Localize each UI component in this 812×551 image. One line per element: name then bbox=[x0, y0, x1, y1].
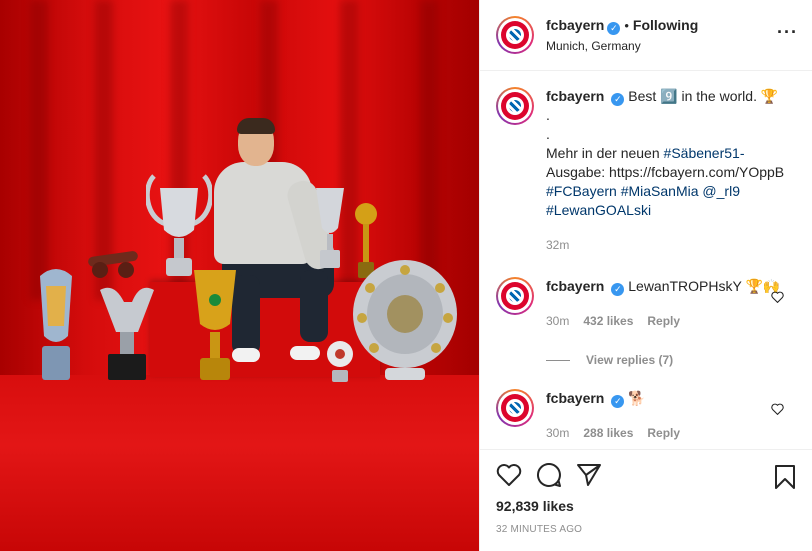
caption-line-3: . bbox=[546, 126, 550, 142]
super-cup-trophy bbox=[316, 188, 344, 268]
like-comment-heart-icon[interactable] bbox=[771, 403, 784, 415]
curtain-fold bbox=[420, 0, 438, 300]
replies-divider bbox=[546, 359, 570, 361]
caption-username[interactable]: fcbayern bbox=[546, 88, 604, 104]
fc-bayern-crest-icon bbox=[501, 282, 529, 310]
hashtag-link[interactable]: #MiaSanMia bbox=[621, 183, 699, 199]
comment-likes[interactable]: 432 likes bbox=[583, 312, 633, 331]
avatar-inner bbox=[498, 391, 532, 425]
like-comment-heart-icon[interactable] bbox=[771, 291, 784, 303]
avatar[interactable] bbox=[496, 87, 534, 125]
comment-likes[interactable]: 288 likes bbox=[583, 424, 633, 443]
caption-line-4: Mehr in der neuen bbox=[546, 145, 664, 161]
comment-item: fcbayern ✓ LewanTROPHskY 🏆🙌 30m 432 likes… bbox=[496, 277, 796, 331]
view-replies-button[interactable]: View replies (7) bbox=[546, 353, 796, 367]
post-photo[interactable] bbox=[0, 0, 479, 551]
comment-meta: 30m 432 likes Reply bbox=[546, 312, 786, 331]
comment-username[interactable]: fcbayern bbox=[546, 390, 604, 406]
post-timestamp[interactable]: 32 MINUTES AGO bbox=[496, 524, 796, 535]
caption-body: fcbayern ✓ Best 9️⃣ in the world. 🏆 . . M… bbox=[546, 87, 786, 255]
avatar[interactable] bbox=[496, 277, 534, 315]
likes-count[interactable]: 92,839 likes bbox=[496, 498, 796, 514]
comment-meta: 30m 288 likes Reply bbox=[546, 424, 786, 443]
comment-body: fcbayern ✓ 🐕 30m 288 likes Reply bbox=[546, 389, 786, 443]
comment-item: fcbayern ✓ 🐕 30m 288 likes Reply bbox=[496, 389, 796, 443]
location-link[interactable]: Munich, Germany bbox=[546, 39, 698, 53]
comment-time[interactable]: 30m bbox=[546, 312, 569, 331]
fc-bayern-crest-icon bbox=[501, 21, 529, 49]
comment-text: LewanTROPHskY 🏆🙌 bbox=[628, 278, 781, 294]
hashtag-link[interactable]: #LewanGOALski bbox=[546, 201, 786, 220]
champions-league-trophy bbox=[146, 174, 212, 276]
comment-body: fcbayern ✓ LewanTROPHskY 🏆🙌 30m 432 likes… bbox=[546, 277, 786, 331]
action-icons bbox=[496, 460, 796, 490]
header-separator: • bbox=[624, 18, 629, 33]
reply-button[interactable]: Reply bbox=[647, 312, 680, 331]
avatar[interactable] bbox=[496, 389, 534, 427]
comment-icon[interactable] bbox=[536, 462, 562, 488]
caption: fcbayern ✓ Best 9️⃣ in the world. 🏆 . . M… bbox=[496, 87, 796, 255]
fc-bayern-crest-icon bbox=[501, 394, 529, 422]
red-drape-floor bbox=[0, 375, 479, 551]
dfb-pokal-trophy bbox=[194, 270, 236, 380]
share-icon[interactable] bbox=[576, 463, 602, 487]
post-actions: 92,839 likes 32 MINUTES AGO bbox=[480, 449, 812, 535]
bookmark-icon[interactable] bbox=[774, 464, 796, 490]
cannon-trophy bbox=[88, 251, 138, 278]
avatar[interactable] bbox=[496, 16, 534, 54]
more-dots-icon[interactable]: ··· bbox=[777, 22, 798, 43]
verified-badge-icon: ✓ bbox=[611, 283, 625, 296]
following-button[interactable]: Following bbox=[633, 17, 698, 33]
avatar-inner bbox=[498, 89, 532, 123]
fc-bayern-crest-icon bbox=[501, 92, 529, 120]
header-text: fcbayern ✓ • Following Munich, Germany bbox=[546, 17, 698, 53]
caption-line-2: . bbox=[546, 107, 550, 123]
meisterschale-trophy bbox=[353, 260, 457, 380]
player-leg-right bbox=[300, 270, 328, 342]
view-replies-label: View replies (7) bbox=[586, 353, 674, 367]
avatar-inner bbox=[498, 18, 532, 52]
header-username[interactable]: fcbayern bbox=[546, 17, 604, 33]
caption-line-5[interactable]: Ausgabe: https://fcbayern.com/YOppB bbox=[546, 163, 786, 182]
caption-meta: 32m bbox=[546, 236, 786, 255]
player-hair bbox=[237, 118, 275, 134]
fifa-best-award bbox=[100, 287, 154, 380]
avatar-inner bbox=[498, 279, 532, 313]
comments-list[interactable]: fcbayern ✓ Best 9️⃣ in the world. 🏆 . . M… bbox=[480, 71, 812, 449]
reply-button[interactable]: Reply bbox=[647, 424, 680, 443]
instagram-post: fcbayern ✓ • Following Munich, Germany ··· … bbox=[0, 0, 812, 551]
post-header: fcbayern ✓ • Following Munich, Germany ··· bbox=[480, 0, 812, 71]
comment-time[interactable]: 30m bbox=[546, 424, 569, 443]
verified-badge-icon: ✓ bbox=[607, 22, 621, 35]
post-sidebar: fcbayern ✓ • Following Munich, Germany ··· … bbox=[479, 0, 812, 551]
heart-icon[interactable] bbox=[496, 463, 522, 487]
hashtag-link[interactable]: #Säbener51- bbox=[664, 145, 745, 161]
curtain-fold bbox=[30, 0, 48, 300]
verified-badge-icon: ✓ bbox=[611, 93, 625, 106]
mention-link[interactable]: @_rl9 bbox=[702, 183, 740, 199]
comment-text: 🐕 bbox=[628, 390, 646, 406]
caption-time[interactable]: 32m bbox=[546, 236, 569, 255]
caption-line-1: Best 9️⃣ in the world. 🏆 bbox=[628, 88, 779, 104]
hashtag-link[interactable]: #FCBayern bbox=[546, 183, 617, 199]
golden-shoe-award bbox=[40, 269, 72, 380]
verified-badge-icon: ✓ bbox=[611, 395, 625, 408]
player-shoe-right bbox=[290, 346, 320, 360]
comment-username[interactable]: fcbayern bbox=[546, 278, 604, 294]
